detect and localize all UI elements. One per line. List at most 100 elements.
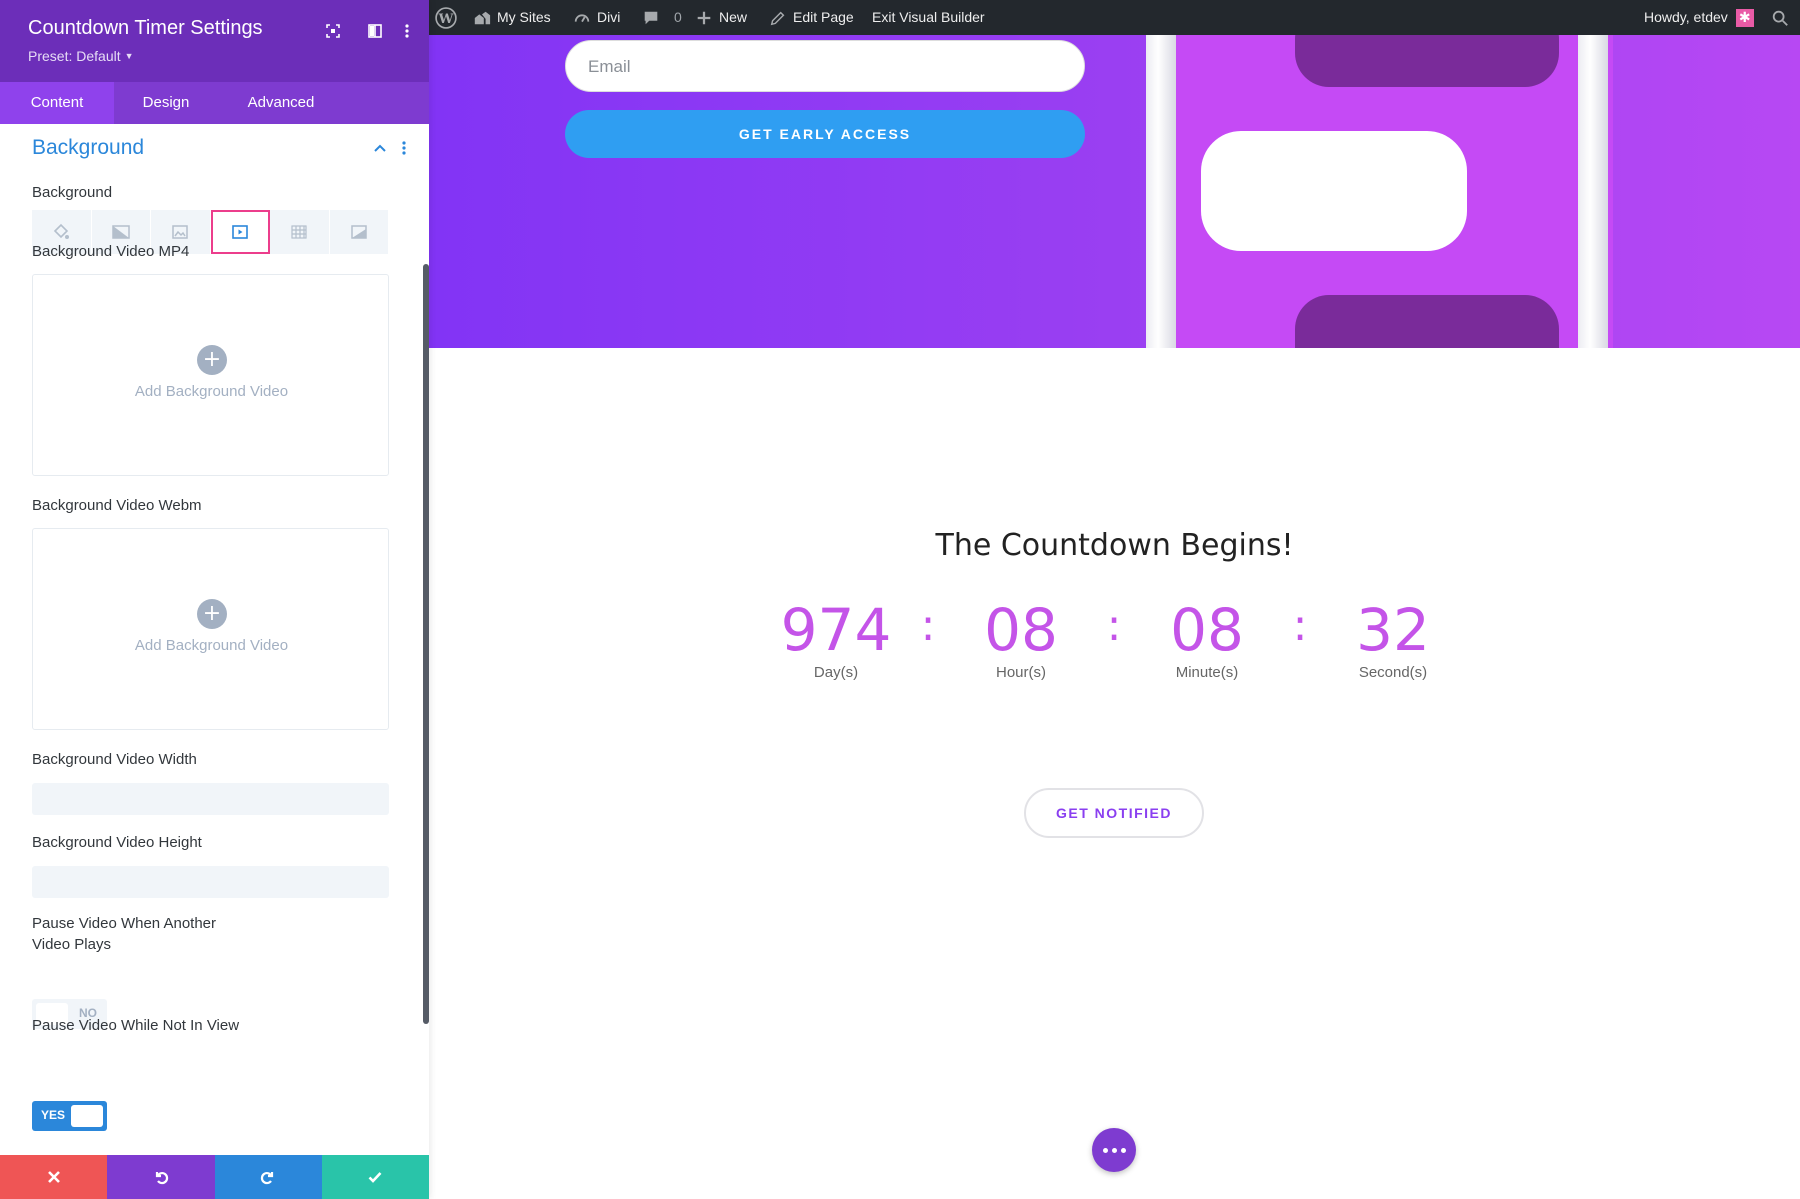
section-title[interactable]: Background bbox=[32, 136, 144, 160]
exit-builder-link[interactable]: Exit Visual Builder bbox=[872, 0, 985, 35]
dot-icon bbox=[1111, 1147, 1117, 1153]
tab-design[interactable]: Design bbox=[114, 82, 218, 124]
dashboard-icon bbox=[574, 13, 590, 22]
comments-link[interactable]: 0 bbox=[642, 0, 682, 35]
pause-other-label: Pause Video When Another Video Plays bbox=[32, 915, 217, 953]
check-icon bbox=[368, 1172, 382, 1183]
image-icon bbox=[172, 225, 188, 239]
edit-page-label: Edit Page bbox=[793, 9, 854, 25]
wp-admin-bar: W My Sites Divi 0 New Edit Page Exit Vis… bbox=[429, 0, 1800, 35]
countdown-separator: : bbox=[1292, 600, 1308, 651]
email-placeholder: Email bbox=[588, 57, 631, 76]
pencil-icon bbox=[770, 11, 785, 25]
countdown-title: The Countdown Begins! bbox=[935, 528, 1294, 563]
mask-icon bbox=[351, 225, 367, 239]
preset-dropdown[interactable]: Preset: Default ▼ bbox=[28, 48, 134, 64]
chat-bubble-dark-top bbox=[1295, 35, 1559, 87]
countdown-minutes-label: Minute(s) bbox=[1175, 664, 1239, 681]
wordpress-logo-icon[interactable]: W bbox=[435, 0, 463, 35]
countdown-days-label: Day(s) bbox=[813, 664, 859, 681]
my-sites-label: My Sites bbox=[497, 9, 551, 25]
hero-section: Email GET EARLY ACCESS bbox=[429, 35, 1800, 348]
settings-panel: Countdown Timer Settings Preset: Default… bbox=[0, 0, 429, 1199]
howdy-account[interactable]: Howdy, etdev ✱ bbox=[1644, 0, 1754, 35]
video-height-label: Background Video Height bbox=[32, 834, 202, 851]
pause-view-label: Pause Video While Not In View bbox=[32, 1017, 240, 1034]
get-early-access-button[interactable]: GET EARLY ACCESS bbox=[565, 110, 1085, 158]
countdown-seconds-label: Second(s) bbox=[1358, 664, 1428, 681]
tab-content[interactable]: Content bbox=[0, 82, 114, 124]
section-more-icon[interactable] bbox=[398, 140, 410, 156]
comments-count: 0 bbox=[674, 9, 682, 25]
panel-header: Countdown Timer Settings Preset: Default… bbox=[0, 0, 429, 82]
pause-view-toggle[interactable]: YES bbox=[32, 1101, 107, 1131]
close-icon bbox=[47, 1171, 60, 1183]
video-mp4-label: Background Video MP4 bbox=[32, 243, 190, 260]
phone-rail-right bbox=[1578, 35, 1608, 348]
redo-button[interactable] bbox=[214, 1155, 322, 1199]
dot-icon bbox=[1102, 1147, 1108, 1153]
panel-title: Countdown Timer Settings bbox=[28, 17, 263, 39]
svg-text:W: W bbox=[438, 11, 454, 26]
undo-icon bbox=[155, 1171, 169, 1185]
plus-icon: + bbox=[197, 345, 227, 375]
chevron-up-icon[interactable] bbox=[372, 140, 388, 156]
avatar: ✱ bbox=[1735, 8, 1754, 27]
magnifier-icon bbox=[1772, 10, 1788, 26]
video-width-input[interactable] bbox=[32, 783, 389, 815]
toggle-state: YES bbox=[41, 1108, 66, 1122]
phone-rail-left bbox=[1146, 35, 1176, 348]
divi-link[interactable]: Divi bbox=[573, 0, 620, 35]
video-icon bbox=[232, 225, 249, 239]
new-link[interactable]: New bbox=[695, 0, 747, 35]
plus-icon: + bbox=[197, 599, 227, 629]
video-height-input[interactable] bbox=[32, 866, 389, 898]
get-notified-button[interactable]: GET NOTIFIED bbox=[1024, 788, 1204, 838]
edit-page-link[interactable]: Edit Page bbox=[769, 0, 854, 35]
divi-label: Divi bbox=[597, 9, 621, 25]
countdown-separator: : bbox=[920, 600, 936, 651]
undo-button[interactable] bbox=[107, 1155, 215, 1199]
phone-mockup bbox=[1146, 35, 1613, 348]
bg-type-mask[interactable] bbox=[329, 210, 389, 254]
wordpress-icon: W bbox=[435, 6, 457, 29]
dot-icon bbox=[1120, 1147, 1126, 1153]
gradient-icon bbox=[112, 225, 130, 239]
toggle-knob bbox=[71, 1105, 103, 1127]
panel-scrollbar[interactable] bbox=[423, 264, 429, 1024]
plus-icon bbox=[697, 11, 711, 24]
bg-type-pattern[interactable] bbox=[270, 210, 330, 254]
video-width-label: Background Video Width bbox=[32, 751, 197, 768]
chat-bubble-white bbox=[1201, 131, 1467, 251]
exit-builder-label: Exit Visual Builder bbox=[872, 9, 985, 25]
more-options-icon[interactable] bbox=[396, 20, 418, 42]
comment-icon bbox=[644, 11, 658, 24]
countdown-hours-label: Hour(s) bbox=[995, 664, 1046, 681]
tab-advanced[interactable]: Advanced bbox=[218, 82, 344, 124]
background-label: Background bbox=[32, 184, 113, 201]
my-sites-link[interactable]: My Sites bbox=[473, 0, 551, 35]
countdown-separator: : bbox=[1106, 600, 1122, 651]
video-webm-upload[interactable]: + Add Background Video bbox=[32, 528, 389, 730]
sites-icon bbox=[474, 11, 491, 24]
new-label: New bbox=[719, 9, 748, 25]
video-webm-label: Background Video Webm bbox=[32, 497, 202, 514]
howdy-label: Howdy, etdev bbox=[1644, 9, 1728, 25]
video-mp4-add-text: Add Background Video bbox=[134, 383, 289, 400]
countdown-days: 974 bbox=[780, 596, 892, 664]
panel-tabs: Content Design Advanced bbox=[0, 82, 429, 124]
countdown-hours: 08 bbox=[984, 596, 1058, 664]
builder-menu-button[interactable] bbox=[1092, 1128, 1136, 1172]
expand-icon[interactable] bbox=[322, 20, 344, 42]
video-webm-add-text: Add Background Video bbox=[134, 637, 289, 654]
discard-button[interactable] bbox=[0, 1155, 108, 1199]
split-view-icon[interactable] bbox=[364, 20, 386, 42]
email-input[interactable]: Email bbox=[565, 40, 1085, 92]
save-button[interactable] bbox=[321, 1155, 429, 1199]
bg-type-video[interactable] bbox=[210, 210, 270, 254]
countdown-minutes: 08 bbox=[1170, 596, 1244, 664]
preset-label: Preset: Default bbox=[28, 48, 121, 64]
video-mp4-upload[interactable]: + Add Background Video bbox=[32, 274, 389, 476]
panel-body: Background Background Background Video M… bbox=[0, 124, 429, 1155]
search-icon[interactable] bbox=[1771, 0, 1795, 35]
